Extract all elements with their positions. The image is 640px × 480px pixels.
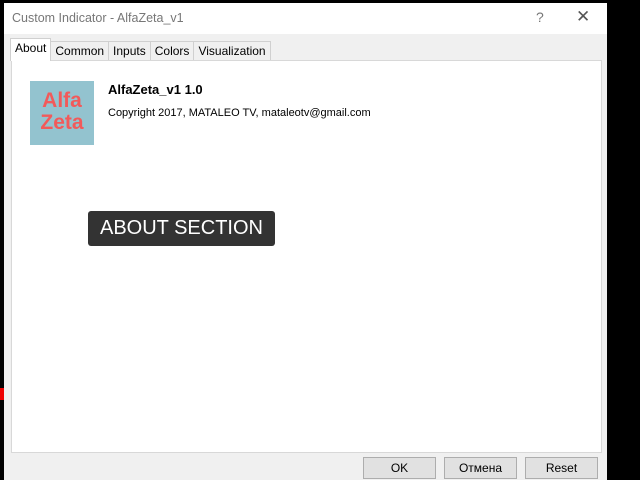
tab-bar: About Common Inputs Colors Visualization [10, 38, 271, 61]
cancel-button[interactable]: Отмена [444, 457, 517, 479]
reset-button[interactable]: Reset [525, 457, 598, 479]
tab-about[interactable]: About [10, 38, 52, 61]
dialog-window: Custom Indicator - AlfaZeta_v1 ? ✕ About… [4, 3, 607, 480]
about-panel: Alfa Zeta AlfaZeta_v1 1.0 Copyright 2017… [11, 60, 602, 453]
ok-button[interactable]: OK [363, 457, 436, 479]
copyright-text: Copyright 2017, MATALEO TV, mataleotv@gm… [108, 107, 371, 119]
close-icon[interactable]: ✕ [576, 7, 590, 27]
title-bar: Custom Indicator - AlfaZeta_v1 ? ✕ [4, 3, 607, 34]
indicator-logo: Alfa Zeta [30, 81, 94, 145]
indicator-name: AlfaZeta_v1 1.0 [108, 82, 203, 97]
logo-text: Alfa [42, 89, 82, 112]
logo-text: Zeta [40, 111, 84, 134]
help-icon[interactable]: ? [536, 9, 544, 25]
tab-colors[interactable]: Colors [149, 41, 195, 61]
window-title: Custom Indicator - AlfaZeta_v1 [12, 11, 184, 25]
tab-inputs[interactable]: Inputs [108, 41, 151, 61]
tab-common[interactable]: Common [50, 41, 110, 61]
section-label: ABOUT SECTION [88, 211, 275, 246]
tab-visualization[interactable]: Visualization [193, 41, 271, 61]
